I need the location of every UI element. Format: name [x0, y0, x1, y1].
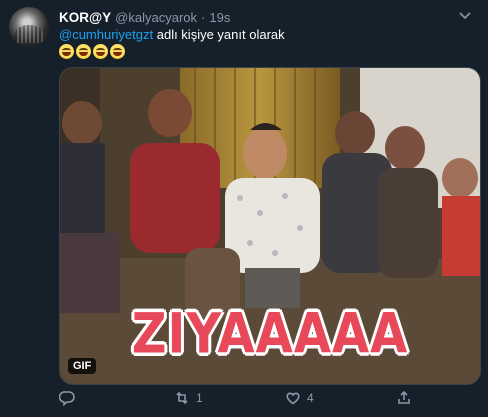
retweet-icon [176, 391, 188, 405]
display-name[interactable]: KOR@Y [59, 10, 111, 25]
separator-dot: · [201, 9, 206, 25]
tweet[interactable]: KOR@Y @kalyacyarok · 19s @cumhuriyetgzt … [0, 0, 488, 417]
retweet-count: 1 [196, 391, 203, 405]
share-icon [398, 390, 410, 404]
timestamp[interactable]: 19s [209, 10, 230, 25]
tears-of-joy-emoji: 😂 [110, 44, 125, 59]
like-icon [286, 392, 300, 405]
gif-caption: ZIYAAAAA [131, 301, 409, 367]
tears-of-joy-emoji: 😂 [93, 44, 108, 59]
gif-media[interactable]: ZIYAAAAA GIF [59, 67, 481, 385]
reply-icon [59, 391, 75, 406]
tweet-header: KOR@Y @kalyacyarok · 19s [59, 8, 230, 26]
user-handle[interactable]: @kalyacyarok [115, 10, 197, 25]
avatar[interactable] [9, 7, 49, 47]
retweet-button[interactable]: 1 [174, 390, 203, 406]
reply-context: @cumhuriyetgzt adlı kişiye yanıt olarak [59, 27, 285, 42]
gif-badge: GIF [68, 358, 97, 374]
reply-button[interactable] [59, 390, 81, 406]
chevron-down-icon[interactable] [456, 6, 474, 24]
reply-mention-link[interactable]: @cumhuriyetgzt [59, 27, 153, 42]
like-count: 4 [307, 391, 314, 405]
tweet-text: 😂 😂 😂 😂 [59, 44, 125, 59]
tweet-actions: 1 4 [59, 390, 479, 412]
tears-of-joy-emoji: 😂 [59, 44, 74, 59]
reply-context-text: adlı kişiye yanıt olarak [153, 27, 285, 42]
share-button[interactable] [396, 390, 412, 406]
tears-of-joy-emoji: 😂 [76, 44, 91, 59]
like-button[interactable]: 4 [285, 390, 314, 406]
